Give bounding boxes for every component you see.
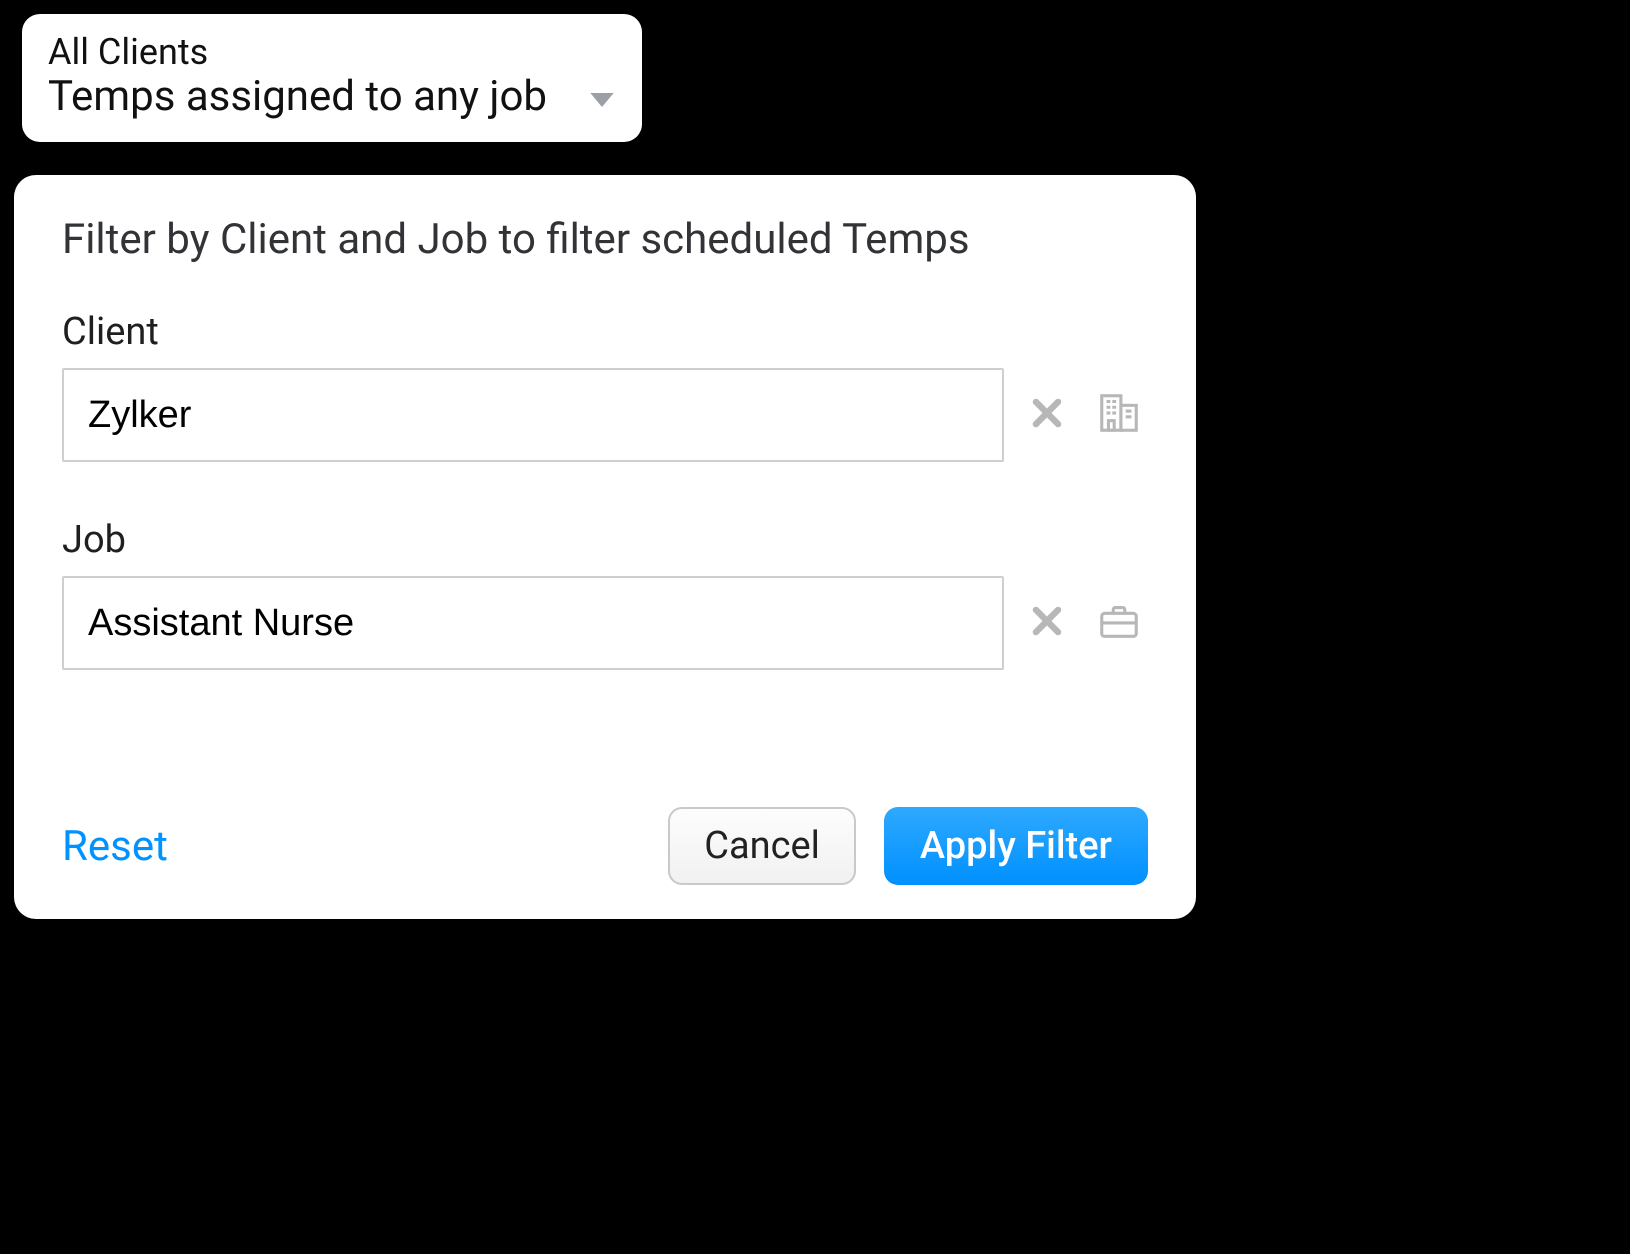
close-icon (1028, 602, 1066, 644)
client-label: Client (62, 310, 1148, 354)
job-clear-button[interactable] (1022, 596, 1072, 650)
filter-summary-dropdown[interactable]: All Clients Temps assigned to any job (22, 14, 642, 142)
client-lookup-button[interactable] (1090, 384, 1148, 446)
filter-panel: Filter by Client and Job to filter sched… (14, 175, 1196, 919)
stage: All Clients Temps assigned to any job Fi… (0, 0, 1212, 933)
client-clear-button[interactable] (1022, 388, 1072, 442)
reset-link[interactable]: Reset (62, 822, 168, 871)
client-input[interactable] (62, 368, 1004, 462)
apply-filter-button[interactable]: Apply Filter (884, 807, 1148, 885)
client-row (62, 368, 1148, 462)
panel-title: Filter by Client and Job to filter sched… (62, 215, 1148, 264)
filter-summary-line1: All Clients (48, 32, 574, 73)
filter-summary-line2: Temps assigned to any job (48, 73, 574, 121)
briefcase-icon (1096, 598, 1142, 648)
cancel-button[interactable]: Cancel (668, 807, 856, 885)
job-lookup-button[interactable] (1090, 592, 1148, 654)
job-label: Job (62, 518, 1148, 562)
close-icon (1028, 394, 1066, 436)
caret-down-icon (588, 90, 616, 114)
job-input[interactable] (62, 576, 1004, 670)
building-icon (1096, 390, 1142, 440)
filter-summary-text: All Clients Temps assigned to any job (48, 32, 574, 122)
panel-footer: Reset Cancel Apply Filter (62, 807, 1148, 885)
job-row (62, 576, 1148, 670)
